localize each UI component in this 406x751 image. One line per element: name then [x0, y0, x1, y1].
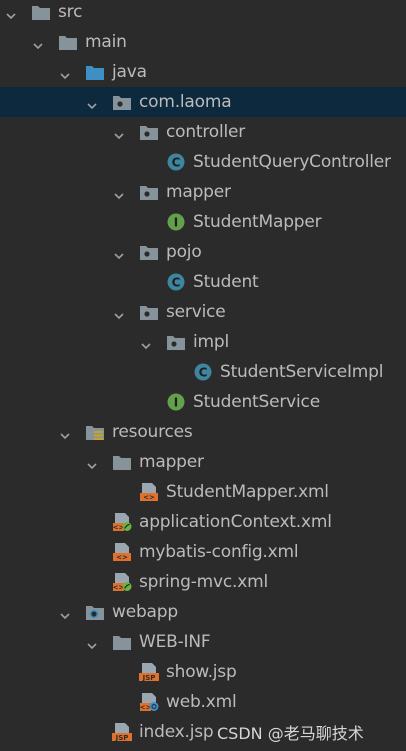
tree-row-label: StudentServiceImpl	[220, 362, 384, 382]
folder-icon	[58, 32, 78, 52]
tree-row-label: com.laoma	[139, 92, 232, 112]
tree-row-impl[interactable]: impl	[0, 327, 406, 357]
chevron-down-icon[interactable]	[87, 456, 97, 470]
chevron-down-icon[interactable]	[87, 636, 97, 650]
chevron-down-icon[interactable]	[33, 36, 43, 50]
chevron-down-icon[interactable]	[114, 186, 124, 200]
tree-row-label: controller	[166, 122, 246, 142]
tree-row-web-xml[interactable]: <> web.xml	[0, 687, 406, 717]
package-icon	[139, 302, 159, 322]
tree-row-web-inf[interactable]: WEB-INF	[0, 627, 406, 657]
tree-row-mapper[interactable]: mapper	[0, 447, 406, 477]
tree-row-label: src	[58, 2, 83, 22]
web-folder-icon	[85, 602, 105, 622]
chevron-down-icon[interactable]	[114, 126, 124, 140]
tree-row-label: index.jsp	[139, 722, 214, 742]
chevron-down-icon[interactable]	[87, 96, 97, 110]
svg-text:<>: <>	[116, 554, 128, 562]
svg-text:JSP: JSP	[115, 734, 129, 742]
package-icon	[139, 242, 159, 262]
tree-row-label: service	[166, 302, 226, 322]
tree-row-label: Student	[193, 272, 259, 292]
svg-text:I: I	[174, 396, 178, 410]
chevron-down-icon[interactable]	[60, 426, 70, 440]
tree-row-com-laoma[interactable]: com.laoma	[0, 87, 406, 117]
source-root-folder-icon	[85, 62, 105, 82]
tree-row-label: WEB-INF	[139, 632, 211, 652]
tree-row-label: mybatis-config.xml	[139, 542, 299, 562]
tree-row-controller[interactable]: controller	[0, 117, 406, 147]
resources-folder-icon	[85, 422, 105, 442]
tree-row-mapper[interactable]: mapper	[0, 177, 406, 207]
tree-row-java[interactable]: java	[0, 57, 406, 87]
interface-icon: I	[166, 392, 186, 412]
tree-row-label: StudentService	[193, 392, 320, 412]
tree-row-service[interactable]: service	[0, 297, 406, 327]
tree-row-show-jsp[interactable]: JSP show.jsp	[0, 657, 406, 687]
tree-row-label: webapp	[112, 602, 178, 622]
tree-row-src[interactable]: src	[0, 0, 406, 27]
class-icon: C	[166, 272, 186, 292]
tree-row-label: mapper	[166, 182, 231, 202]
tree-row-label: java	[112, 62, 147, 82]
svg-text:C: C	[172, 276, 181, 290]
tree-row-label: pojo	[166, 242, 202, 262]
tree-row-label: mapper	[139, 452, 204, 472]
folder-icon	[31, 2, 51, 22]
tree-row-student[interactable]: C Student	[0, 267, 406, 297]
csdn-watermark: CSDN @老马聊技术	[217, 724, 364, 743]
jsp-file-icon: JSP	[112, 722, 132, 742]
tree-row-studentmapper[interactable]: I StudentMapper	[0, 207, 406, 237]
tree-row-label: StudentMapper	[193, 212, 322, 232]
tree-row-label: resources	[112, 422, 193, 442]
tree-row-webapp[interactable]: webapp	[0, 597, 406, 627]
tree-row-label: StudentQueryController	[193, 152, 391, 172]
tree-row-mybatis-config-xml[interactable]: <> mybatis-config.xml	[0, 537, 406, 567]
package-icon	[139, 182, 159, 202]
tree-row-studentquerycontroller[interactable]: C StudentQueryController	[0, 147, 406, 177]
tree-row-label: show.jsp	[166, 662, 237, 682]
class-icon: C	[193, 362, 213, 382]
xml-file-icon: <>	[139, 482, 159, 502]
package-icon	[166, 332, 186, 352]
tree-row-label: applicationContext.xml	[139, 512, 332, 532]
tree-row-studentservice[interactable]: I StudentService	[0, 387, 406, 417]
spring-xml-file-icon: <>	[112, 512, 132, 532]
jsp-file-icon: JSP	[139, 662, 159, 682]
tree-row-label: web.xml	[166, 692, 237, 712]
svg-text:I: I	[174, 216, 178, 230]
tree-row-main[interactable]: main	[0, 27, 406, 57]
spring-xml-file-icon: <>	[112, 572, 132, 592]
package-icon	[139, 122, 159, 142]
tree-row-applicationcontext-xml[interactable]: <> applicationContext.xml	[0, 507, 406, 537]
tree-row-label: main	[85, 32, 127, 52]
chevron-down-icon[interactable]	[114, 246, 124, 260]
interface-icon: I	[166, 212, 186, 232]
tree-row-spring-mvc-xml[interactable]: <> spring-mvc.xml	[0, 567, 406, 597]
chevron-down-icon[interactable]	[6, 6, 16, 20]
tree-row-label: StudentMapper.xml	[166, 482, 329, 502]
svg-text:JSP: JSP	[142, 674, 156, 682]
svg-text:C: C	[172, 156, 181, 170]
folder-icon	[112, 452, 132, 472]
chevron-down-icon[interactable]	[60, 66, 70, 80]
web-xml-file-icon: <>	[139, 692, 159, 712]
chevron-down-icon[interactable]	[60, 606, 70, 620]
chevron-down-icon[interactable]	[141, 336, 151, 350]
tree-row-label: spring-mvc.xml	[139, 572, 268, 592]
class-icon: C	[166, 152, 186, 172]
tree-row-resources[interactable]: resources	[0, 417, 406, 447]
tree-row-label: impl	[193, 332, 229, 352]
tree-row-pojo[interactable]: pojo	[0, 237, 406, 267]
folder-icon	[112, 632, 132, 652]
xml-file-icon: <>	[112, 542, 132, 562]
chevron-down-icon[interactable]	[114, 306, 124, 320]
svg-text:<>: <>	[143, 494, 155, 502]
svg-text:C: C	[199, 366, 208, 380]
tree-row-studentmapper-xml[interactable]: <> StudentMapper.xml	[0, 477, 406, 507]
tree-row-studentserviceimpl[interactable]: C StudentServiceImpl	[0, 357, 406, 387]
package-icon	[112, 92, 132, 112]
